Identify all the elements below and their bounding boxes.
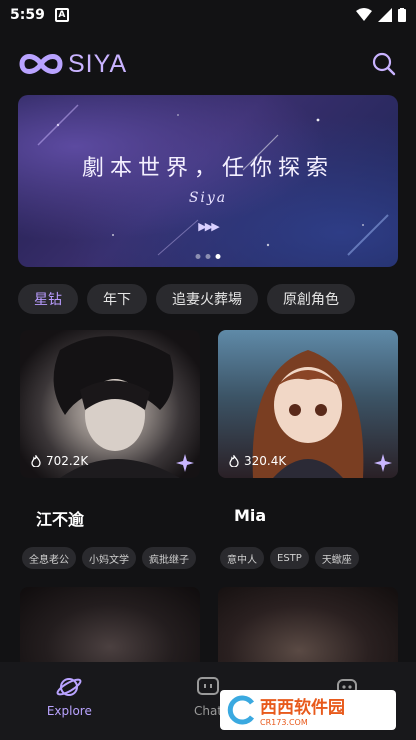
banner-arrows: ▶▶▶ xyxy=(198,220,219,233)
pagination-dot xyxy=(205,254,211,259)
mini-tag: 疯批继子 xyxy=(142,547,196,569)
character-image xyxy=(20,587,200,662)
pagination-dot xyxy=(195,254,201,259)
mini-tag: 天蠍座 xyxy=(314,547,359,569)
nav-label: Explore xyxy=(46,704,92,718)
infinity-logo-icon xyxy=(19,54,63,74)
app-name: SIYA xyxy=(68,49,128,78)
sparkle-icon[interactable] xyxy=(176,454,194,472)
chat-icon xyxy=(197,677,219,695)
search-button[interactable] xyxy=(370,50,398,78)
category-tags: 星钻 年下 追妻火葬場 原創角色 xyxy=(18,284,416,314)
character-image xyxy=(218,587,398,662)
status-time: 5:59 xyxy=(10,7,45,23)
search-icon xyxy=(372,52,396,76)
card-stat: 702.2K xyxy=(30,454,88,468)
app-logo: SIYA xyxy=(18,50,127,79)
wifi-icon xyxy=(356,8,372,21)
character-card[interactable] xyxy=(20,587,200,662)
tag-xingzuan[interactable]: 星钻 xyxy=(18,284,78,314)
tag-nianxia[interactable]: 年下 xyxy=(87,284,147,314)
pagination-dot-active xyxy=(215,254,221,259)
card-count: 702.2K xyxy=(46,454,89,468)
watermark-url: CR173.COM xyxy=(260,718,308,727)
banner-subtitle: Siya xyxy=(188,190,228,206)
fire-icon xyxy=(31,455,41,467)
character-image: 702.2K xyxy=(20,330,200,478)
character-card[interactable]: 702.2K 江不逾 全息老公 小妈文学 疯批继子 xyxy=(20,330,200,569)
banner-title: 劇本世界，任你探索 xyxy=(81,156,334,181)
card-count: 320.4K xyxy=(244,454,287,468)
card-name: 江不逾 xyxy=(36,510,85,529)
character-image: 320.4K xyxy=(218,330,398,478)
mini-tag: 小妈文学 xyxy=(82,547,136,569)
watermark-text: 西西软件园 xyxy=(260,698,345,718)
mini-tag: 意中人 xyxy=(220,547,264,569)
mini-tag: 全息老公 xyxy=(22,547,76,569)
card-tags: 全息老公 小妈文学 疯批继子 xyxy=(22,547,202,569)
character-card[interactable] xyxy=(218,587,398,662)
battery-icon xyxy=(398,8,406,22)
card-stat: 320.4K xyxy=(228,454,286,468)
card-name: Mia xyxy=(234,506,267,525)
sparkle-icon[interactable] xyxy=(374,454,392,472)
featured-banner[interactable]: 劇本世界，任你探索 Siya ▶▶▶ xyxy=(18,95,398,267)
watermark-logo-icon xyxy=(227,695,255,725)
banner-pagination xyxy=(195,254,221,259)
nav-label: Chat xyxy=(193,704,223,718)
app-header: SIYA xyxy=(18,45,398,83)
mini-tag: ESTP xyxy=(270,547,309,569)
planet-icon xyxy=(56,678,82,696)
tag-yuanchuang[interactable]: 原創角色 xyxy=(267,284,355,314)
card-tags: 意中人 ESTP 天蠍座 xyxy=(220,547,400,569)
watermark: 西西软件园 CR173.COM xyxy=(220,690,396,730)
tag-zhuiqi[interactable]: 追妻火葬場 xyxy=(156,284,258,314)
nav-explore[interactable]: Explore xyxy=(0,662,139,740)
status-icons xyxy=(356,8,406,22)
fire-icon xyxy=(229,455,239,467)
notification-icon: A xyxy=(54,8,69,22)
status-bar: 5:59 A xyxy=(0,0,416,30)
signal-icon xyxy=(378,8,392,22)
character-card[interactable]: 320.4K Mia 意中人 ESTP 天蠍座 xyxy=(218,330,398,569)
